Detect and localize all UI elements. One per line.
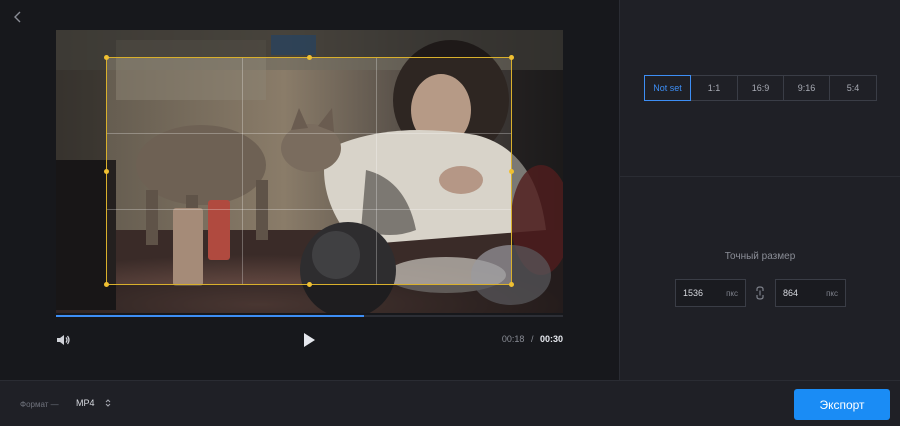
crop-handle-bottom-left[interactable] [104,282,109,287]
height-value: 864 [783,288,799,298]
volume-button[interactable] [55,332,71,348]
bottom-bar: Формат — MP4 Экспорт [0,380,900,426]
crop-handle-left[interactable] [104,169,109,174]
crop-handle-top-left[interactable] [104,55,109,60]
volume-icon [57,335,70,345]
crop-grid-line [241,58,243,284]
sort-icon [105,399,110,407]
ratio-1-1-button[interactable]: 1:1 [690,75,738,101]
link-icon [756,286,764,300]
chevron-left-icon [14,11,21,23]
crop-mask-bottom [56,285,563,313]
width-value: 1536 [683,288,704,298]
ratio-9-16-button[interactable]: 9:16 [783,75,830,101]
time-separator: / [530,334,534,344]
video-frame[interactable] [56,30,563,313]
play-icon [304,333,315,347]
crop-grid-line [107,133,511,135]
play-button[interactable] [301,331,317,349]
crop-handle-right[interactable] [509,169,514,174]
crop-mask-left [56,57,106,285]
back-button[interactable] [9,8,27,26]
panel-divider [620,176,900,177]
time-total: 00:30 [539,334,563,344]
time-current: 00:18 [501,334,525,344]
format-select[interactable]: MP4 [76,398,111,408]
ratio-16-9-button[interactable]: 16:9 [737,75,784,101]
crop-mask-top [56,30,563,57]
height-unit: пкс [826,288,838,298]
format-value: MP4 [76,398,95,408]
exact-size-label: Точный размер [724,251,796,262]
settings-panel: Not set 1:1 16:9 9:16 5:4 Точный размер … [619,0,900,380]
crop-handle-bottom-right[interactable] [509,282,514,287]
crop-handle-top[interactable] [307,55,312,60]
crop-grid-line [376,58,378,284]
aspect-ratio-group: Not set 1:1 16:9 9:16 5:4 [644,75,877,101]
link-aspect-button[interactable] [755,285,765,301]
timecode: 00:18 / 00:30 [480,334,563,344]
preview-pane: 00:18 / 00:30 [0,0,619,380]
progress-fill [56,315,364,317]
format-label: Формат — [20,400,59,409]
export-button[interactable]: Экспорт [794,389,890,420]
crop-handle-top-right[interactable] [509,55,514,60]
width-unit: пкс [726,288,738,298]
progress-bar[interactable] [56,315,563,317]
height-field[interactable]: 864 пкс [775,279,846,307]
ratio-5-4-button[interactable]: 5:4 [829,75,877,101]
ratio-not-set-button[interactable]: Not set [644,75,691,101]
crop-mask-right [512,57,563,285]
width-field[interactable]: 1536 пкс [675,279,746,307]
crop-frame[interactable] [104,55,514,287]
crop-grid-line [107,208,511,210]
crop-handle-bottom[interactable] [307,282,312,287]
